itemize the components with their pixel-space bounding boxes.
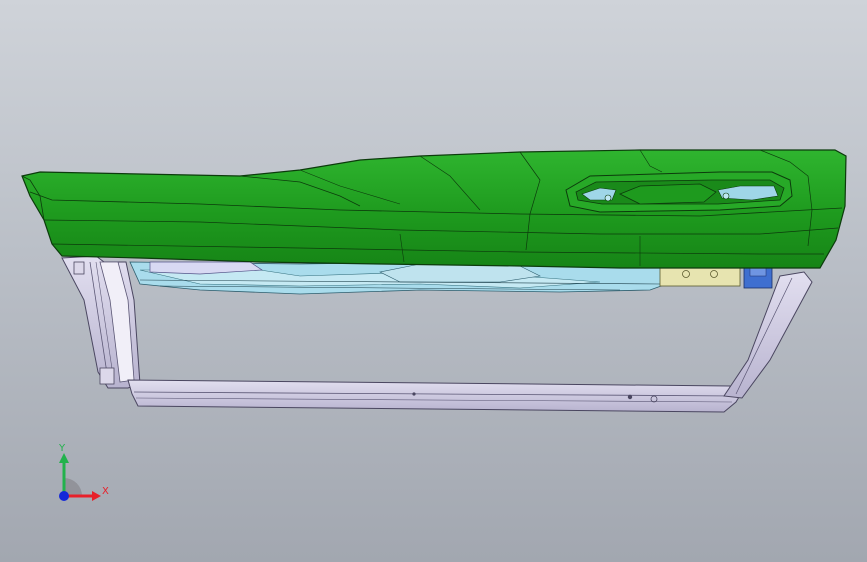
x-axis-label: X [102, 486, 109, 497]
z-axis-dot [59, 491, 69, 501]
door-trim-panel[interactable] [21, 149, 847, 269]
frame-right-pillar[interactable] [723, 271, 813, 399]
frame-bottom-beam[interactable] [127, 379, 743, 413]
reference-triad[interactable]: Y X [40, 436, 120, 516]
door-assembly-model[interactable] [0, 0, 867, 562]
graphics-viewport[interactable]: Y X [0, 0, 867, 562]
frame-left-clip [99, 367, 115, 385]
y-axis-label: Y [59, 443, 66, 454]
